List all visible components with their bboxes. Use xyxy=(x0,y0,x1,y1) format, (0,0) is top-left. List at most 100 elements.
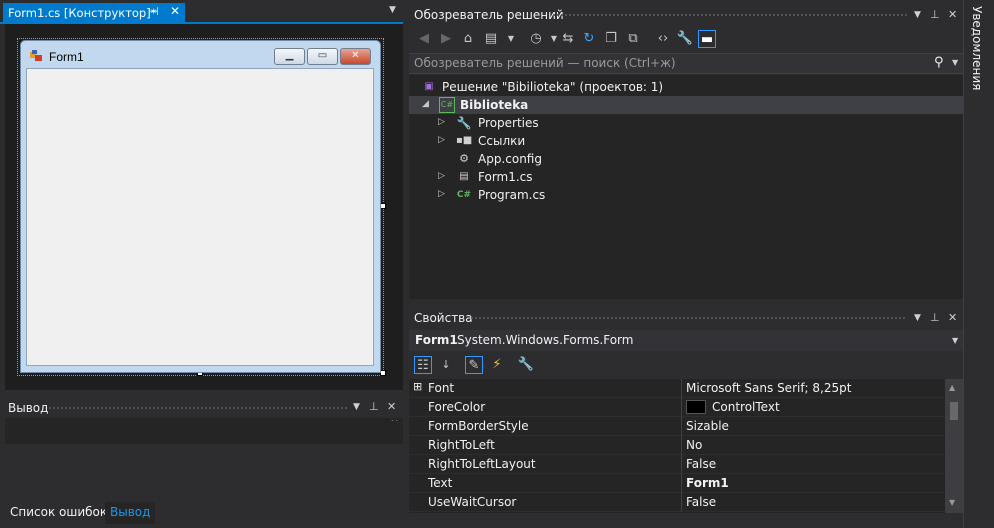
close-icon[interactable]: ✕ xyxy=(170,4,180,18)
sync-icon[interactable]: ⇆ xyxy=(559,30,577,48)
collapsed-arrow-icon[interactable]: ▷ xyxy=(438,189,445,199)
collapsed-arrow-icon[interactable]: ▷ xyxy=(438,117,445,127)
tab-form1-designer[interactable]: Form1.cs [Конструктор]* ⊣ ✕ xyxy=(3,3,185,23)
property-row-forecolor[interactable]: ForeColor ControlText xyxy=(409,398,945,417)
maximize-button[interactable]: ▭ xyxy=(307,48,338,65)
switch-views-icon[interactable]: ▤ xyxy=(482,30,500,48)
tree-item-properties[interactable]: ▷ 🔧 Properties xyxy=(409,114,963,132)
property-value[interactable]: No xyxy=(686,438,702,452)
property-pages-icon[interactable]: 🔧 xyxy=(517,356,535,374)
tree-item-form1[interactable]: ▷ ▤ Form1.cs xyxy=(409,168,963,186)
property-row-usewaitcursor[interactable]: UseWaitCursor False xyxy=(409,493,945,512)
tree-item-label: Form1.cs xyxy=(478,170,533,184)
tree-item-program[interactable]: ▷ C# Program.cs xyxy=(409,186,963,204)
object-name: Form1 xyxy=(415,333,458,347)
refresh-icon[interactable]: ↻ xyxy=(580,30,598,48)
property-value[interactable]: False xyxy=(686,495,716,509)
properties-view-icon[interactable]: ✎ xyxy=(465,356,483,374)
color-swatch xyxy=(686,400,706,414)
tree-item-label: Properties xyxy=(478,116,539,130)
panel-grip xyxy=(48,406,348,411)
property-value[interactable]: Sizable xyxy=(686,419,729,433)
property-value[interactable]: ControlText xyxy=(712,400,780,414)
form-title: Form1 xyxy=(49,50,84,64)
column-divider xyxy=(681,436,682,455)
search-input[interactable]: Обозреватель решений — поиск (Ctrl+ж) xyxy=(414,56,676,70)
pin-icon[interactable]: ⊥ xyxy=(930,311,940,324)
column-divider xyxy=(681,474,682,493)
column-divider xyxy=(681,417,682,436)
property-grid-scrollbar[interactable] xyxy=(945,379,963,513)
output-toolbar: ˙˙ xyxy=(5,418,403,444)
chevron-down-icon[interactable]: ▼ xyxy=(914,313,921,323)
form-file-icon: ▤ xyxy=(459,171,469,182)
view-code-icon[interactable]: ‹› xyxy=(654,30,672,48)
tree-item-label: Program.cs xyxy=(478,188,546,202)
tree-item-project[interactable]: ◢ C# Biblioteka xyxy=(409,96,963,114)
events-icon[interactable]: ⚡ xyxy=(488,356,506,374)
panel-grip xyxy=(552,13,907,18)
pin-icon[interactable]: ⊥ xyxy=(930,8,940,21)
scroll-up-icon[interactable]: ▲ xyxy=(949,383,955,392)
expanded-arrow-icon[interactable]: ◢ xyxy=(422,99,429,109)
pin-icon[interactable]: ⊣ xyxy=(149,5,159,18)
chevron-down-icon[interactable]: ▼ xyxy=(502,30,520,48)
minimize-button[interactable]: ▁ xyxy=(274,48,305,65)
column-divider xyxy=(681,455,682,474)
object-type: System.Windows.Forms.Form xyxy=(457,333,634,347)
categorized-icon[interactable]: ☷ xyxy=(414,356,432,374)
tree-item-app-config[interactable]: ⚙ App.config xyxy=(409,150,963,168)
collapse-all-icon[interactable]: ❐ xyxy=(602,30,620,48)
alphabetical-icon[interactable]: ↓ xyxy=(437,356,455,374)
form-close-button[interactable]: ✕ xyxy=(340,48,371,65)
search-icon[interactable]: ⚲ xyxy=(934,55,944,70)
csharp-file-icon: C# xyxy=(456,190,472,200)
show-all-files-icon[interactable]: ⧉ xyxy=(624,30,642,48)
property-row-righttoleftlayout[interactable]: RightToLeftLayout False xyxy=(409,455,945,474)
form-client-area[interactable] xyxy=(26,68,374,366)
chevron-down-icon[interactable]: ▼ xyxy=(914,10,921,20)
overflow-icon[interactable]: ˙˙ xyxy=(390,420,399,430)
form-app-icon xyxy=(30,50,44,62)
wrench-icon[interactable]: 🔧 xyxy=(676,30,694,48)
notifications-tab[interactable]: Уведомления xyxy=(970,6,984,90)
scroll-down-icon[interactable]: ▼ xyxy=(949,498,955,507)
expand-icon[interactable]: ⊞ xyxy=(413,380,422,393)
preview-selected-icon[interactable]: ▬ xyxy=(698,30,716,48)
chevron-down-icon[interactable]: ▼ xyxy=(952,58,958,67)
property-name: Text xyxy=(428,476,453,490)
forward-icon[interactable]: ▶ xyxy=(437,30,455,48)
tab-label: Form1.cs [Конструктор]* xyxy=(8,6,157,20)
chevron-down-icon[interactable]: ▼ xyxy=(389,5,396,15)
property-value[interactable]: Form1 xyxy=(686,476,729,490)
property-value[interactable]: Microsoft Sans Serif; 8,25pt xyxy=(686,381,851,395)
property-name: ForeColor xyxy=(428,400,486,414)
tab-error-list[interactable]: Список ошибок xyxy=(4,502,113,524)
property-name: FormBorderStyle xyxy=(428,419,529,433)
property-row-font[interactable]: ⊞ Font Microsoft Sans Serif; 8,25pt xyxy=(409,379,945,398)
home-icon[interactable]: ⌂ xyxy=(459,30,477,48)
tree-item-label: Решение "Bibilioteka" (проектов: 1) xyxy=(442,80,664,94)
pin-icon[interactable]: ⊥ xyxy=(369,400,379,413)
close-icon[interactable]: ✕ xyxy=(948,311,957,324)
output-content[interactable] xyxy=(5,444,403,501)
property-row-text[interactable]: Text Form1 xyxy=(409,474,945,493)
property-row-formborderstyle[interactable]: FormBorderStyle Sizable xyxy=(409,417,945,436)
pending-changes-icon[interactable]: ◷ xyxy=(527,30,545,48)
collapsed-arrow-icon[interactable]: ▷ xyxy=(438,171,445,181)
tree-item-solution[interactable]: ▣ Решение "Bibilioteka" (проектов: 1) xyxy=(409,78,963,96)
tab-output[interactable]: Вывод xyxy=(105,502,156,524)
property-row-righttoleft[interactable]: RightToLeft No xyxy=(409,436,945,455)
chevron-down-icon[interactable]: ▼ xyxy=(952,336,958,345)
close-icon[interactable]: ✕ xyxy=(387,400,396,413)
collapsed-arrow-icon[interactable]: ▷ xyxy=(438,135,445,145)
panel-grip xyxy=(470,316,907,321)
tree-item-label: Biblioteka xyxy=(460,98,529,112)
property-value[interactable]: False xyxy=(686,457,716,471)
tree-item-references[interactable]: ▷ ▪■ Ссылки xyxy=(409,132,963,150)
close-icon[interactable]: ✕ xyxy=(948,8,957,21)
scrollbar-thumb[interactable] xyxy=(950,402,958,420)
back-icon[interactable]: ◀ xyxy=(415,30,433,48)
column-divider xyxy=(681,493,682,512)
chevron-down-icon[interactable]: ▼ xyxy=(353,402,360,412)
